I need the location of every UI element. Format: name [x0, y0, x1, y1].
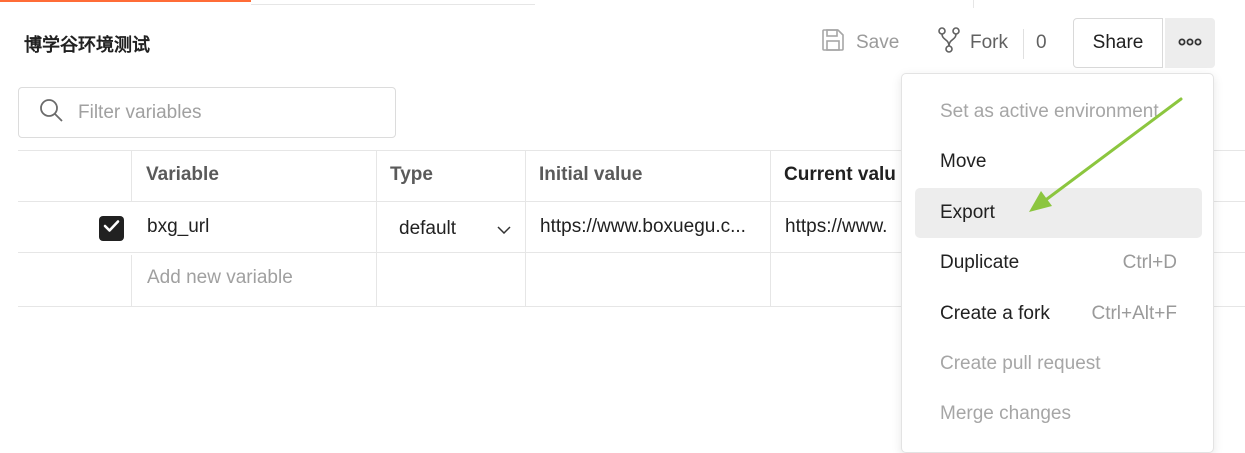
tab-strip [0, 0, 1245, 6]
chevron-down-icon [497, 218, 511, 240]
more-horizontal-icon [1178, 34, 1202, 52]
menu-item-shortcut: Ctrl+D [1122, 252, 1177, 273]
menu-item-merge-changes[interactable]: Merge changes [915, 389, 1202, 439]
column-divider [131, 150, 132, 201]
menu-item-create-fork[interactable]: Create a fork Ctrl+Alt+F [915, 289, 1202, 339]
initial-value-cell[interactable]: https://www.boxuegu.c... [540, 216, 766, 238]
column-header-variable: Variable [146, 164, 219, 185]
environment-title[interactable]: 博学谷环境测试 [24, 31, 150, 57]
active-tab-indicator [0, 0, 251, 2]
menu-item-export[interactable]: Export [915, 188, 1202, 238]
column-divider [131, 255, 132, 306]
column-header-type: Type [390, 164, 433, 185]
menu-item-label: Move [940, 151, 987, 172]
save-button[interactable]: Save [820, 29, 899, 57]
filter-variables-input[interactable] [76, 100, 380, 125]
variable-enabled-checkbox[interactable] [99, 216, 124, 241]
fork-icon [937, 26, 970, 60]
menu-item-duplicate[interactable]: Duplicate Ctrl+D [915, 238, 1202, 288]
fork-label: Fork [970, 32, 1008, 53]
menu-item-label: Create pull request [940, 353, 1101, 374]
fork-button[interactable]: Fork [937, 26, 1008, 60]
type-select[interactable]: default [399, 216, 511, 242]
menu-item-shortcut: Ctrl+Alt+F [1091, 303, 1177, 324]
menu-item-label: Create a fork [940, 303, 1050, 324]
menu-item-label: Merge changes [940, 403, 1071, 424]
menu-item-label: Duplicate [940, 252, 1020, 273]
menu-item-set-active-environment[interactable]: Set as active environment [915, 87, 1202, 137]
menu-item-label: Export [940, 202, 995, 223]
filter-variables-box[interactable] [18, 87, 396, 138]
current-value-cell[interactable]: https://www. [785, 216, 905, 238]
column-divider [376, 150, 377, 306]
type-select-value: default [399, 218, 457, 239]
fork-divider [1023, 29, 1024, 59]
menu-item-create-pull-request[interactable]: Create pull request [915, 339, 1202, 389]
column-divider [525, 150, 526, 306]
column-divider [770, 150, 771, 306]
column-header-current-value: Current valu [784, 164, 896, 185]
add-new-variable-input[interactable]: Add new variable [147, 267, 293, 289]
more-actions-menu: Set as active environment Move Export Du… [901, 73, 1214, 453]
more-actions-button[interactable] [1165, 18, 1215, 68]
share-button[interactable]: Share [1073, 18, 1163, 68]
search-icon [19, 97, 76, 128]
tab-divider [251, 4, 535, 5]
menu-item-move[interactable]: Move [915, 137, 1202, 187]
pane-divider [973, 0, 974, 8]
fork-count[interactable]: 0 [1036, 32, 1047, 54]
checkmark-icon [103, 219, 120, 238]
menu-item-label: Set as active environment [940, 101, 1159, 122]
variable-name-cell[interactable]: bxg_url [147, 216, 209, 238]
save-icon [820, 27, 856, 59]
column-header-initial-value: Initial value [539, 164, 643, 185]
save-label: Save [856, 32, 900, 53]
